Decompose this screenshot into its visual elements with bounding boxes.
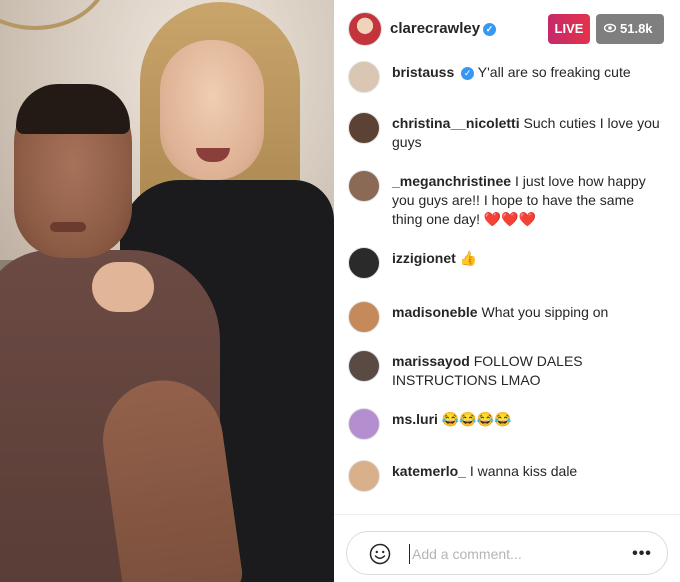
comment-avatar[interactable] xyxy=(348,460,380,492)
viewer-count: 51.8k xyxy=(620,21,653,36)
live-badge: LIVE xyxy=(548,14,590,44)
comment-avatar[interactable] xyxy=(348,247,380,279)
more-options-icon[interactable]: ••• xyxy=(631,544,653,564)
comment-text: _meganchristinee I just love how happy y… xyxy=(392,172,664,229)
eye-icon xyxy=(604,23,616,33)
comment-username[interactable]: christina__nicoletti xyxy=(392,115,520,131)
comment-text: bristauss ✓ Y'all are so freaking cute xyxy=(392,63,664,82)
comment-avatar[interactable] xyxy=(348,112,380,144)
comment-box: ••• xyxy=(346,531,668,575)
live-video[interactable] xyxy=(0,0,334,582)
comment-body: I wanna kiss dale xyxy=(469,463,578,479)
viewer-count-badge[interactable]: 51.8k xyxy=(596,14,664,44)
comment-text: christina__nicoletti Such cuties I love … xyxy=(392,114,664,152)
comment-username[interactable]: bristauss xyxy=(392,64,454,80)
comment-text: izzigionet 👍 xyxy=(392,249,664,268)
smile-icon[interactable] xyxy=(369,543,391,565)
person-mouth-2 xyxy=(50,222,86,232)
verified-badge-icon: ✓ xyxy=(483,23,497,36)
comment-username[interactable]: madisoneble xyxy=(392,304,478,320)
comment-body: 👍 xyxy=(459,250,478,266)
comment-text: madisoneble What you sipping on xyxy=(392,303,664,322)
comment-text: marissayod FOLLOW DALES INSTRUCTIONS LMA… xyxy=(392,352,664,390)
comment-footer: ••• xyxy=(334,514,680,582)
person-hand xyxy=(92,262,154,312)
comment-avatar[interactable] xyxy=(348,408,380,440)
comment-username[interactable]: katemerlo_ xyxy=(392,463,466,479)
host-avatar[interactable] xyxy=(348,12,382,46)
host-username-row[interactable]: clarecrawley ✓ xyxy=(390,20,497,37)
comment-username[interactable]: _meganchristinee xyxy=(392,173,511,189)
comment-body: Y'all are so freaking cute xyxy=(477,64,631,80)
host-username[interactable]: clarecrawley xyxy=(390,20,480,37)
live-header: clarecrawley ✓ LIVE 51.8k xyxy=(334,0,680,58)
live-side-panel: clarecrawley ✓ LIVE 51.8k bristauss ✓ Y'a… xyxy=(334,0,680,582)
comment-text: ms.luri 😂😂😂😂 xyxy=(392,410,664,429)
comment-text: katemerlo_ I wanna kiss dale xyxy=(392,462,664,481)
comment-list[interactable]: bristauss ✓ Y'all are so freaking cute c… xyxy=(334,58,680,514)
comment-username[interactable]: ms.luri xyxy=(392,411,438,427)
comment-body: What you sipping on xyxy=(481,304,609,320)
comment-avatar[interactable] xyxy=(348,301,380,333)
comment-body: 😂😂😂😂 xyxy=(441,411,512,427)
comment-avatar[interactable] xyxy=(348,170,380,202)
comment-avatar[interactable] xyxy=(348,61,380,93)
verified-badge-icon: ✓ xyxy=(461,67,475,80)
comment-input[interactable] xyxy=(409,544,609,564)
comment-avatar[interactable] xyxy=(348,350,380,382)
comment-username[interactable]: marissayod xyxy=(392,353,470,369)
person-hair-short xyxy=(16,84,130,134)
comment-username[interactable]: izzigionet xyxy=(392,250,456,266)
